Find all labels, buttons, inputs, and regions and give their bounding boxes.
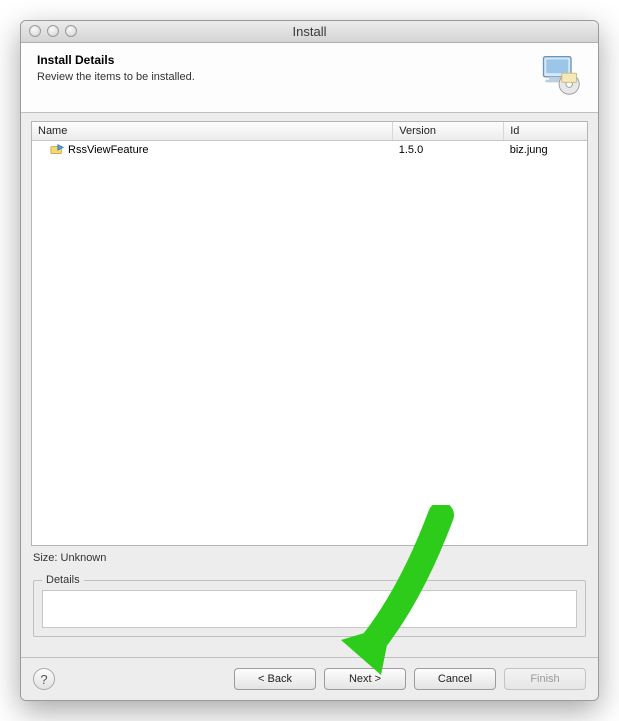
titlebar[interactable]: Install <box>21 21 598 43</box>
feature-name: RssViewFeature <box>68 144 149 156</box>
install-dialog: Install Install Details Review the items… <box>20 20 599 701</box>
wizard-banner: Install Details Review the items to be i… <box>21 43 598 113</box>
help-icon: ? <box>40 672 47 687</box>
table-row[interactable]: RssViewFeature 1.5.0 biz.jung <box>32 141 587 160</box>
banner-heading: Install Details <box>37 53 195 67</box>
install-icon <box>538 53 582 100</box>
window-title: Install <box>21 24 598 39</box>
cancel-button[interactable]: Cancel <box>414 668 496 690</box>
size-label: Size: Unknown <box>31 546 588 574</box>
banner-subheading: Review the items to be installed. <box>37 71 195 83</box>
back-button[interactable]: < Back <box>234 668 316 690</box>
details-group: Details <box>33 574 586 637</box>
feature-id: biz.jung <box>504 141 587 160</box>
items-table: Name Version Id <box>32 122 587 159</box>
window-controls <box>29 25 77 37</box>
finish-button: Finish <box>504 668 586 690</box>
close-window-button[interactable] <box>29 25 41 37</box>
help-button[interactable]: ? <box>33 668 55 690</box>
next-button[interactable]: Next > <box>324 668 406 690</box>
items-table-container: Name Version Id <box>31 121 588 546</box>
zoom-window-button[interactable] <box>65 25 77 37</box>
column-header-name[interactable]: Name <box>32 122 393 141</box>
details-legend: Details <box>42 574 84 586</box>
content-area: Name Version Id <box>21 113 598 657</box>
minimize-window-button[interactable] <box>47 25 59 37</box>
column-header-version[interactable]: Version <box>393 122 504 141</box>
column-header-id[interactable]: Id <box>504 122 587 141</box>
feature-icon <box>50 143 64 157</box>
feature-version: 1.5.0 <box>393 141 504 160</box>
details-textarea[interactable] <box>42 590 577 628</box>
button-bar: ? < Back Next > Cancel Finish <box>21 657 598 700</box>
